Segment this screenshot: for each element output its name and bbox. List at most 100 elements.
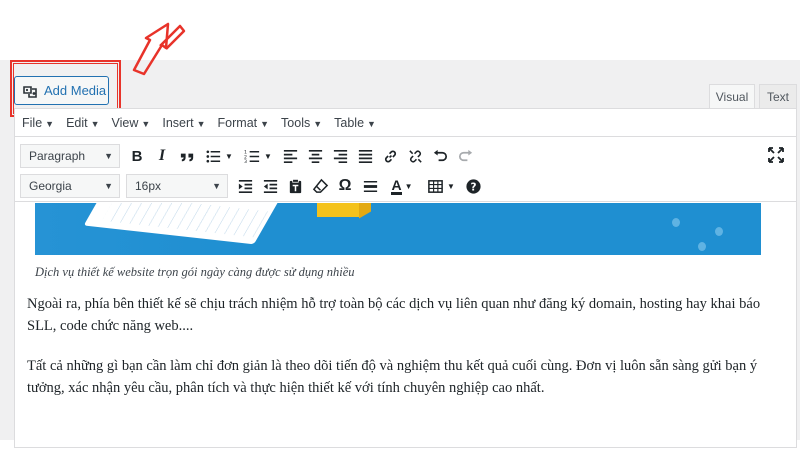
justify-button[interactable] — [354, 144, 376, 168]
tab-visual[interactable]: Visual — [709, 84, 755, 108]
chevron-down-icon: ▼ — [45, 118, 55, 129]
add-media-button[interactable]: Add Media — [14, 76, 109, 105]
special-character-button[interactable]: Ω — [334, 174, 356, 198]
featured-image[interactable] — [35, 203, 761, 255]
decor-dot — [672, 218, 680, 227]
link-icon — [384, 149, 396, 163]
yellow-box-side-graphic — [359, 203, 371, 219]
menu-insert-label: Insert — [162, 115, 194, 130]
svg-text:3: 3 — [244, 159, 247, 165]
link-button[interactable] — [379, 144, 401, 168]
italic-icon: I — [158, 147, 166, 164]
outdent-button[interactable] — [259, 174, 281, 198]
chevron-down-icon: ▼ — [404, 181, 413, 191]
horizontal-line-button[interactable] — [359, 174, 381, 198]
menu-format-label: Format — [217, 115, 258, 130]
indent-button[interactable] — [234, 174, 256, 198]
menu-tools[interactable]: Tools ▼ — [281, 116, 322, 130]
chevron-down-icon: ▼ — [260, 118, 270, 129]
help-icon: ? — [465, 178, 481, 194]
editor-content[interactable]: Dịch vụ thiết kế website trọn gói ngày c… — [15, 203, 796, 449]
chevron-down-icon: ▼ — [264, 151, 272, 161]
align-center-button[interactable] — [304, 144, 326, 168]
tab-text[interactable]: Text — [759, 84, 797, 108]
decor-dot — [715, 227, 723, 236]
chevron-down-icon: ▼ — [367, 118, 376, 129]
font-family-value: Georgia — [29, 179, 72, 193]
clear-formatting-icon — [312, 178, 328, 193]
font-size-select[interactable]: 16px ▼ — [126, 174, 228, 198]
menu-view[interactable]: View ▼ — [112, 116, 151, 130]
menu-tools-label: Tools — [281, 115, 311, 130]
format-select-value: Paragraph — [29, 149, 86, 163]
paragraph: Tất cả những gì bạn cần làm chỉ đơn giản… — [27, 358, 758, 396]
editor-menubar: File ▼ Edit ▼ View ▼ Insert ▼ Format ▼ Tools ▼… — [15, 109, 796, 137]
help-button[interactable]: ? — [462, 174, 484, 198]
bold-icon: B — [131, 147, 143, 165]
chevron-down-icon: ▼ — [90, 118, 100, 129]
menu-edit[interactable]: Edit ▼ — [66, 116, 99, 130]
chevron-down-icon: ▼ — [196, 118, 206, 129]
paragraph: Ngoài ra, phía bên thiết kế sẽ chịu trác… — [27, 296, 761, 334]
numbered-list-icon: 123 — [244, 149, 260, 165]
blockquote-button[interactable] — [176, 144, 198, 168]
fullscreen-icon[interactable] — [766, 145, 786, 165]
annotation-arrow-icon — [132, 22, 186, 76]
media-icon — [23, 85, 37, 98]
unlink-button[interactable] — [404, 144, 426, 168]
font-size-value: 16px — [135, 179, 162, 193]
indent-icon — [238, 179, 252, 193]
chevron-down-icon: ▼ — [104, 151, 113, 161]
bullet-list-button[interactable]: ▼ — [201, 144, 237, 168]
redo-icon — [458, 149, 472, 161]
align-left-icon — [283, 149, 297, 163]
paste-text-button[interactable] — [284, 174, 306, 198]
decor-dot — [698, 242, 706, 251]
menu-table[interactable]: Table ▼ — [334, 116, 376, 130]
special-character-icon: Ω — [338, 177, 352, 194]
text-color-button[interactable]: A ▼ — [384, 174, 420, 198]
numbered-list-button[interactable]: 1 2 3 ▼ — [240, 144, 276, 168]
paste-text-icon — [289, 178, 301, 193]
clear-formatting-button[interactable] — [309, 174, 331, 198]
chevron-down-icon: ▼ — [212, 181, 221, 191]
italic-button[interactable]: I — [151, 144, 173, 168]
menu-table-label: Table — [334, 115, 365, 130]
font-family-select[interactable]: Georgia ▼ — [20, 174, 120, 198]
chevron-down-icon: ▼ — [313, 118, 323, 129]
blockquote-icon — [180, 153, 193, 161]
menu-file-label: File — [22, 115, 43, 130]
justify-icon — [358, 149, 372, 163]
unlink-icon — [408, 149, 422, 163]
table-button[interactable]: ▼ — [423, 174, 459, 198]
align-center-icon — [308, 149, 322, 163]
menu-insert[interactable]: Insert ▼ — [162, 116, 205, 130]
redo-button[interactable] — [454, 144, 476, 168]
align-left-button[interactable] — [279, 144, 301, 168]
bullet-list-icon — [206, 149, 221, 163]
outdent-icon — [263, 179, 277, 193]
chevron-down-icon: ▼ — [141, 118, 151, 129]
add-media-label: Add Media — [44, 83, 107, 98]
editor-container: File ▼ Edit ▼ View ▼ Insert ▼ Format ▼ Tools ▼… — [14, 108, 797, 448]
menu-file[interactable]: File ▼ — [22, 116, 54, 130]
align-right-icon — [333, 149, 347, 163]
menu-edit-label: Edit — [66, 115, 88, 130]
table-icon — [428, 179, 443, 193]
toolbar-secondary: Georgia ▼ 16px ▼ Ω A ▼ ▼ ? — [15, 171, 796, 202]
chevron-down-icon: ▼ — [447, 181, 455, 191]
undo-icon — [433, 149, 447, 161]
svg-text:?: ? — [470, 181, 476, 193]
align-right-button[interactable] — [329, 144, 351, 168]
chevron-down-icon: ▼ — [104, 181, 113, 191]
toolbar-primary: Paragraph ▼ B I ▼ 1 2 3 ▼ — [15, 141, 796, 171]
undo-button[interactable] — [429, 144, 451, 168]
horizontal-line-icon — [363, 180, 377, 192]
bold-button[interactable]: B — [126, 144, 148, 168]
text-color-icon: A — [391, 176, 402, 195]
chevron-down-icon: ▼ — [225, 151, 233, 161]
menu-view-label: View — [111, 115, 139, 130]
image-caption: Dịch vụ thiết kế website trọn gói ngày c… — [35, 265, 355, 279]
menu-format[interactable]: Format ▼ — [218, 116, 270, 130]
format-select[interactable]: Paragraph ▼ — [20, 144, 120, 168]
